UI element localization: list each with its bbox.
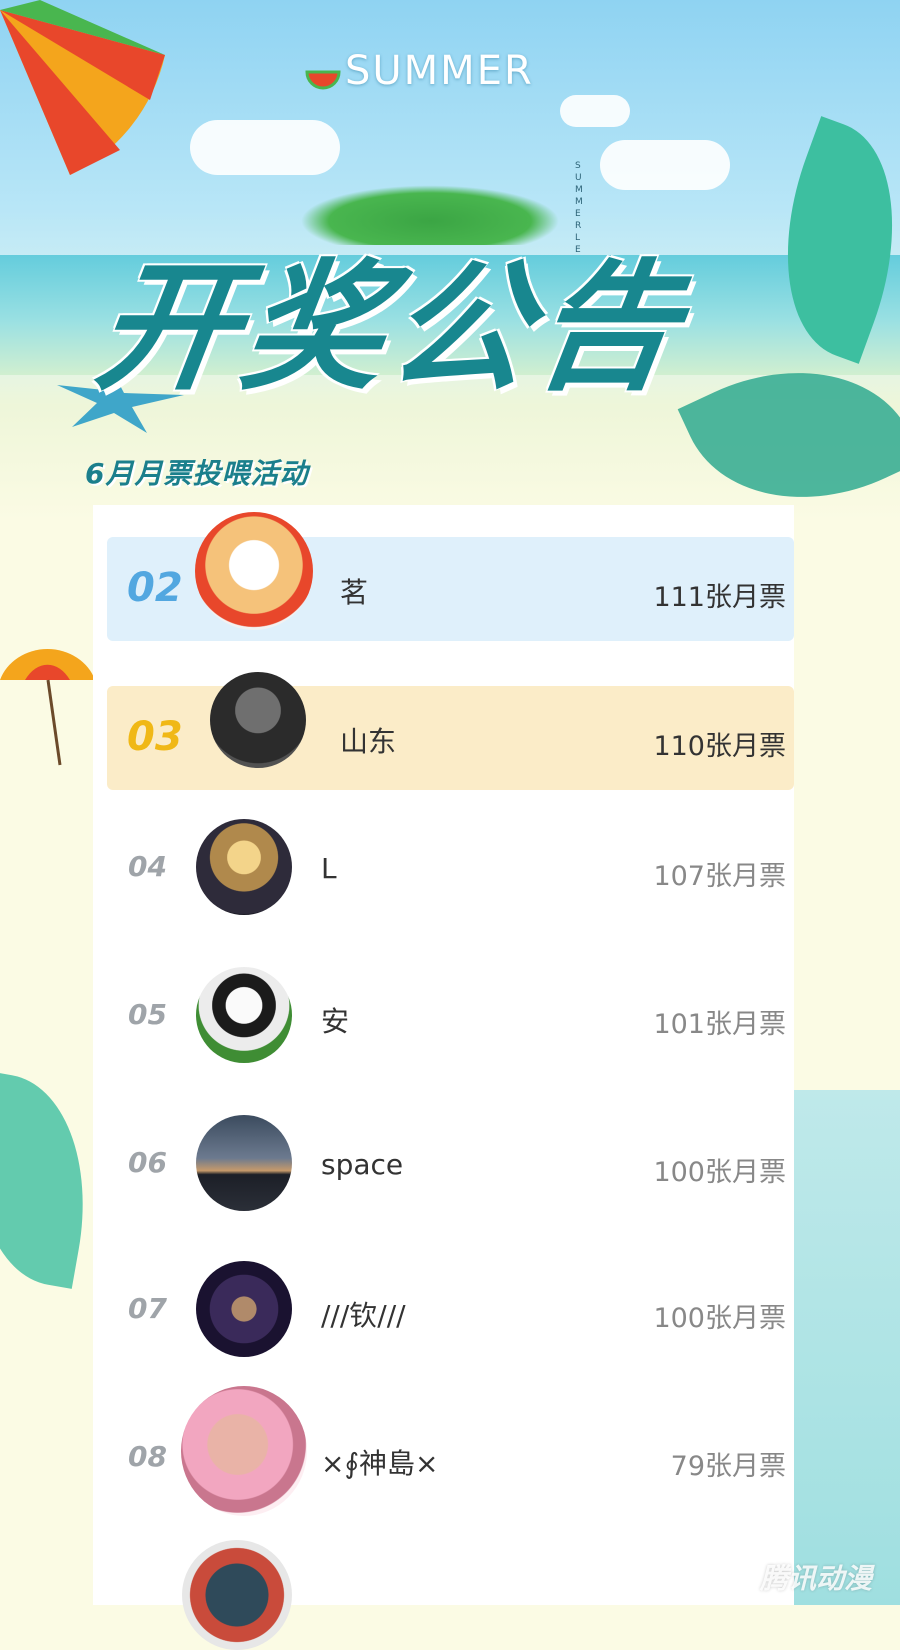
rank-number: 02 [127,565,183,611]
user-avatar[interactable] [196,1115,292,1211]
beach-umbrella-icon [0,649,95,766]
rank-number: 08 [128,1440,167,1473]
ranking-row[interactable]: 03 山东 110张月票 [107,672,794,790]
summer-text: SUMMER [345,48,534,94]
user-name: 山东 [340,725,397,758]
rank-number: 04 [128,850,167,883]
vote-count: 100张月票 [653,1303,786,1334]
user-name: ×∮神島× [321,1447,439,1480]
cloud-decoration [560,95,630,127]
rank-number: 05 [128,998,167,1031]
user-name: L [321,852,337,885]
vote-count: 101张月票 [653,1009,786,1040]
ranking-row[interactable]: 04 L 107张月票 [93,816,794,920]
ranking-row[interactable]: 05 安 101张月票 [93,964,794,1068]
user-avatar[interactable] [182,1540,292,1650]
ranking-row[interactable]: 06 space 100张月票 [93,1112,794,1216]
vote-count: 100张月票 [653,1157,786,1188]
user-avatar[interactable] [196,967,292,1063]
user-name: space [321,1148,404,1181]
rank-number: 06 [128,1146,167,1179]
user-avatar[interactable] [196,1261,292,1357]
ranking-row[interactable]: 02 茗 111张月票 [107,512,794,641]
user-avatar[interactable] [196,819,292,915]
user-avatar[interactable] [210,672,306,768]
user-avatar[interactable] [181,1386,307,1516]
sea-decoration [790,1090,900,1605]
beach-umbrella-icon [0,0,165,175]
watermark-logo: 腾讯动漫 [759,1562,872,1595]
rank-number: 07 [128,1292,167,1325]
ranking-row[interactable]: 07 ///钦/// 100张月票 [93,1258,794,1362]
vote-count: 111张月票 [653,582,786,613]
vote-count: 79张月票 [670,1451,786,1482]
vote-count: 110张月票 [653,731,786,762]
watermelon-icon [305,70,341,90]
user-name: ///钦/// [321,1299,406,1332]
activity-subtitle: 6月月票投喂活动 [85,457,309,490]
ranking-row[interactable]: 08 ×∮神島× 79张月票 [93,1386,794,1516]
user-avatar[interactable] [195,512,313,630]
user-name: 茗 [340,576,369,609]
rank-number: 03 [127,714,183,760]
palm-leaf-decoration [0,1071,107,1289]
page-title: 开奖公告 [86,247,694,410]
vote-count: 107张月票 [653,861,786,892]
user-name: 安 [321,1005,350,1038]
cloud-decoration [190,120,340,175]
cloud-decoration [600,140,730,190]
